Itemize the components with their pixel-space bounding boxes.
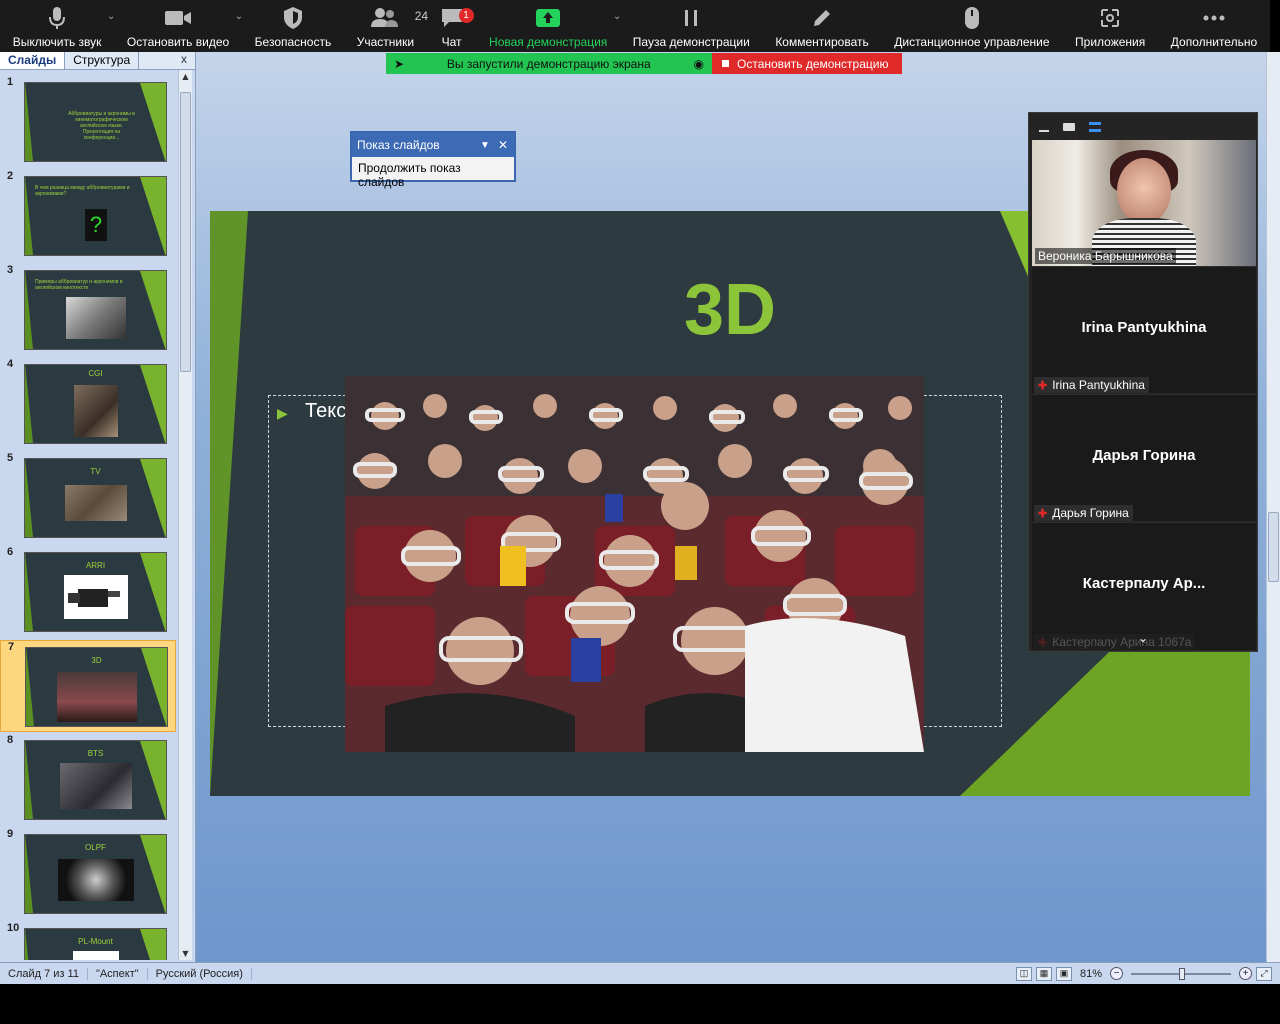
dropdown-arrow-icon[interactable]: ▼ [480,140,490,151]
thumbnails-scrollbar[interactable]: ▲ ▼ [178,70,192,960]
zoom-level[interactable]: 81% [1080,968,1102,980]
continue-slideshow-button[interactable]: Продолжить показ слайдов [352,157,514,193]
pane-tabs: Слайды Структура x [0,52,195,70]
participant-tile[interactable]: Irina Pantyukhina ✚ Irina Pantyukhina [1032,266,1256,393]
slide-thumb-9[interactable]: 9 OLPF [0,828,176,920]
bullet-arrow-icon: ▶ [277,406,288,422]
remote-control-button[interactable]: Дистанционное управление [894,5,1050,49]
zoom-out-icon[interactable]: − [1110,967,1123,980]
minimize-icon[interactable] [1039,129,1049,132]
slides-pane: Слайды Структура x 1 Аббревиатуры и акро… [0,52,196,962]
editor-scrollbar[interactable] [1266,52,1280,962]
new-share-button[interactable]: ⌄ Новая демонстрация [489,5,621,49]
scroll-up-icon[interactable]: ▲ [179,72,192,81]
slide-counter: Слайд 7 из 11 [0,967,88,980]
scrollbar-thumb[interactable] [180,92,191,372]
scrollbar-thumb[interactable] [1268,512,1279,582]
participants-button[interactable]: 24 Участники [357,5,428,49]
participant-name: Вероника Барышникова [1035,248,1176,264]
slide-sorter-icon[interactable]: ▦ [1035,966,1052,981]
mute-button[interactable]: ⌄ Выключить звук [13,5,115,49]
slide-thumb-7[interactable]: 7 3D [0,640,176,732]
slide-thumb-6[interactable]: 6 ARRI [0,546,176,638]
tab-outline[interactable]: Структура [65,52,140,69]
apps-button[interactable]: Приложения [1075,5,1145,49]
gallery-view-icon[interactable] [1089,121,1101,132]
microphone-icon [47,5,67,31]
muted-mic-icon: ✚ [1038,507,1048,520]
participant-face [1117,158,1171,224]
participant-tile[interactable]: Дарья Горина ✚ Дарья Горина [1032,394,1256,521]
close-icon[interactable]: ✕ [498,138,508,152]
close-icon[interactable]: x [173,52,195,69]
slide-thumb-4[interactable]: 4 CGI [0,358,176,450]
zoom-slider[interactable] [1131,967,1231,980]
chevron-down-icon[interactable]: ⌄ [235,11,243,22]
stop-share-button[interactable]: Остановить демонстрацию [712,53,902,74]
zoom-in-icon[interactable]: + [1239,967,1252,980]
slide-thumb-1[interactable]: 1 Аббревиатуры и акронимы в кинематограф… [0,76,176,168]
pencil-icon [811,5,833,31]
mouse-icon [964,5,980,31]
cgi-image [73,385,118,437]
slideshow-view-icon[interactable]: ▣ [1055,966,1072,981]
video-camera-icon [164,5,192,31]
3d-audience-image [56,672,137,722]
stop-video-button[interactable]: ⌄ Остановить видео [127,5,243,49]
gallery-view-controls [1029,113,1257,140]
tab-slides[interactable]: Слайды [0,52,66,69]
secure-shield-icon: ◉ [693,56,704,71]
more-dots-icon [1202,5,1226,31]
slide-thumb-5[interactable]: 5 TV [0,452,176,544]
more-button[interactable]: Дополнительно [1171,5,1257,49]
participants-gallery: Вероника Барышникова Irina Pantyukhina ✚… [1028,112,1258,652]
pause-icon [681,5,701,31]
shield-icon [283,5,303,31]
chat-badge: 1 [458,8,474,23]
theme-name: "Аспект" [88,967,148,980]
tv-image [64,485,127,521]
arri-camera-image [63,575,128,619]
chat-button[interactable]: 1 Чат [440,5,474,49]
3d-cinema-audience-photo[interactable] [345,376,924,752]
muted-mic-icon: ✚ [1038,379,1048,392]
slide-thumb-3[interactable]: 3 Примеры аббревиатур и акронимов в англ… [0,264,176,356]
bts-image [59,763,132,809]
slideshow-popup-header: Показ слайдов ▼ ✕ [352,133,514,157]
share-banner: ➤ Вы запустили демонстрацию экрана ◉ Ост… [386,53,902,74]
status-bar: Слайд 7 из 11 "Аспект" Русский (Россия) … [0,962,1280,984]
share-screen-icon [535,5,561,31]
share-status: ➤ Вы запустили демонстрацию экрана ◉ [386,53,712,74]
normal-view-icon[interactable]: ◫ [1015,966,1032,981]
pause-share-button[interactable]: Пауза демонстрации [633,5,750,49]
question-mark-image: ? [85,209,107,241]
chevron-down-icon[interactable]: ⌄ [107,11,115,22]
apps-icon [1099,5,1121,31]
share-indicator-icon: ➤ [394,56,405,71]
slide-thumb-8[interactable]: 8 BTS [0,734,176,826]
language-indicator[interactable]: Русский (Россия) [148,967,252,980]
security-button[interactable]: Безопасность [255,5,331,49]
annotate-button[interactable]: Комментировать [775,5,869,49]
pl-mount-image [72,951,119,960]
zoom-toolbar: ⌄ Выключить звук ⌄ Остановить видео Безо… [0,0,1270,52]
slideshow-popup: Показ слайдов ▼ ✕ Продолжить показ слайд… [350,131,516,189]
participants-icon [371,5,399,31]
single-view-icon[interactable] [1063,122,1075,131]
participants-count: 24 [414,9,429,23]
slide-thumb-2[interactable]: 2 В чем разница между аббревиатурами и а… [0,170,176,262]
chevron-down-icon[interactable]: ⌄ [613,11,621,22]
app: ⌄ Выключить звук ⌄ Остановить видео Безо… [0,0,1280,1024]
stop-icon [722,60,729,67]
participant-video[interactable]: Вероника Барышникова [1032,140,1256,266]
slide-thumbnails: 1 Аббревиатуры и акронимы в кинематограф… [0,70,178,960]
projector-image [65,297,126,339]
chevron-down-icon[interactable]: ⌄ [1029,631,1257,645]
scroll-down-icon[interactable]: ▼ [179,949,192,958]
olpf-image [57,859,134,901]
slide-thumb-10[interactable]: 10 PL-Mount [0,922,176,960]
fit-to-window-icon[interactable]: ⤢ [1256,966,1272,981]
